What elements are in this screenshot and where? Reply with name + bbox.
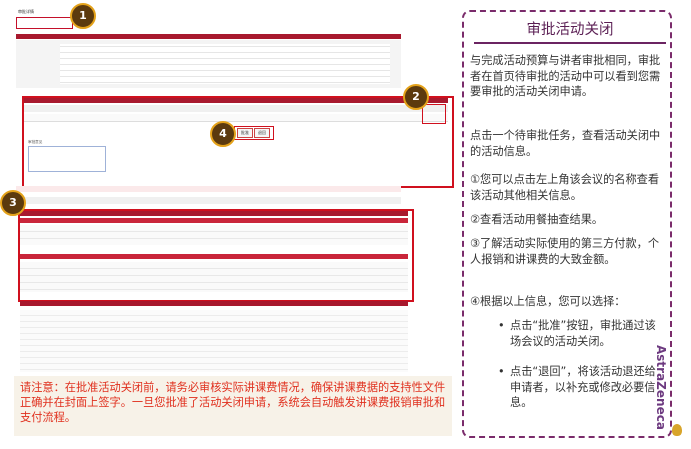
approval-comment-input[interactable] [28,146,106,172]
top-link[interactable]: 审批详情 [18,10,34,14]
panel-title-rule [474,42,666,44]
reimbursement-subheader [20,254,408,259]
reimbursement-table [20,262,408,292]
badge-2: 2 [403,84,429,110]
speaker-fee-header [20,301,408,306]
cost-section-header [20,211,408,216]
approval-status-highlight[interactable] [422,104,446,124]
panel-item3: ③了解活动实际使用的第三方付款，个人报销和讲课费的大致金额。 [470,237,660,266]
panel-item1: ①您可以点击左上角该会议的名称查看 该活动其他相关信息。 [470,173,660,202]
badge-3: 3 [0,190,26,216]
badge-4: 4 [210,121,236,147]
speaker-fee-table [20,310,408,372]
activity-name-highlight[interactable] [16,17,73,29]
approval-record-header [16,186,401,192]
panel-item4: ④根据以上信息，您可以选择： [470,295,626,308]
panel-bullet1: 点击“批准”按钮，审批通过该场会议的活动关闭。 [510,319,656,348]
pending-approval-header [24,98,448,103]
info-section-header [16,34,401,39]
reject-button[interactable]: 退回 [254,128,270,138]
panel-step1: 点击一个待审批任务，查看活动关闭中的活动信息。 [470,129,661,158]
brand-symbol-icon [672,424,682,436]
panel-bullet2: 点击“退回”，将该活动退还给申请者，以补充或修改必要信息。 [510,365,656,409]
approve-button[interactable]: 批准 [237,128,253,138]
info-rows [60,44,390,84]
panel-title: 审批活动关闭 [526,22,614,38]
badge-1: 1 [70,3,96,29]
third-party-subheader [20,218,408,223]
pending-table-row[interactable] [24,114,448,122]
approval-comment-label: 审批意见 [28,140,43,144]
approval-record-row [16,197,401,204]
pending-table-head [24,105,448,112]
panel-item2: ②查看活动用餐抽查结果。 [470,213,604,226]
panel-intro: 与完成活动预算与讲者审批相同，审批者在首页待审批的活动中可以看到您需要审批的活动… [470,54,661,98]
warning-note: 请注意：在批准活动关闭前，请务必审核实际讲课费情况，确保讲课费据的支持性文件正确… [14,376,452,436]
third-party-table [20,225,408,245]
bullet-dot-1: • [498,319,505,332]
bullet-dot-2: • [498,365,505,378]
astrazeneca-logo: AstraZeneca [654,345,668,430]
